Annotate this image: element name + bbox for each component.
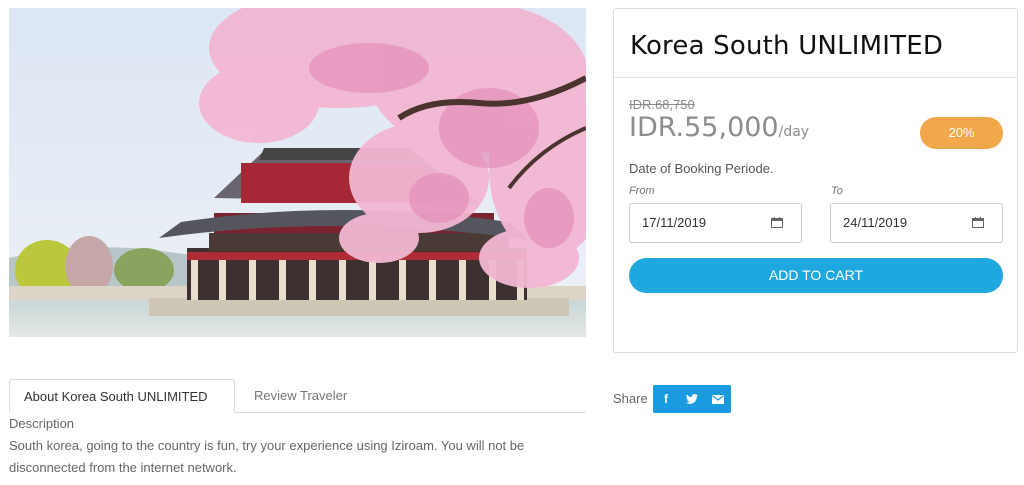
share-email-button[interactable]: [705, 385, 731, 413]
product-image: [9, 8, 586, 337]
share-facebook-button[interactable]: f: [653, 385, 679, 413]
price-value: IDR.55,000: [629, 112, 779, 143]
description-text: South korea, going to the country is fun…: [9, 438, 525, 475]
facebook-icon: f: [664, 392, 668, 406]
from-date-value: 17/11/2019: [642, 215, 707, 230]
calendar-icon[interactable]: [972, 217, 984, 228]
description-title: Description: [9, 416, 75, 431]
tab-review-traveler[interactable]: Review Traveler: [240, 379, 361, 413]
tab-about[interactable]: About Korea South UNLIMITED: [9, 379, 235, 413]
to-date-value: 24/11/2019: [843, 215, 908, 230]
info-tabs: About Korea South UNLIMITED Review Trave…: [9, 379, 586, 413]
discount-badge: 20%: [920, 117, 1003, 149]
from-label: From: [629, 185, 655, 197]
price-unit: /day: [778, 124, 810, 140]
to-date-input[interactable]: 24/11/2019: [830, 203, 1003, 243]
to-label: To: [831, 185, 843, 197]
add-to-cart-button[interactable]: ADD TO CART: [629, 258, 1003, 293]
current-price: IDR.55,000/day: [629, 112, 809, 143]
twitter-icon: [686, 394, 698, 404]
palace-cherry-blossom-image: [9, 8, 586, 337]
share-label: Share: [613, 391, 648, 406]
calendar-icon[interactable]: [771, 217, 783, 228]
product-title: Korea South UNLIMITED: [614, 9, 1017, 78]
share-twitter-button[interactable]: [679, 385, 705, 413]
from-date-input[interactable]: 17/11/2019: [629, 203, 802, 243]
share-buttons: f: [653, 385, 731, 413]
product-card: Korea South UNLIMITED IDR.68,750 IDR.55,…: [613, 8, 1018, 353]
email-icon: [712, 394, 724, 404]
old-price: IDR.68,750: [629, 97, 695, 112]
booking-period-label: Date of Booking Periode.: [629, 161, 774, 176]
